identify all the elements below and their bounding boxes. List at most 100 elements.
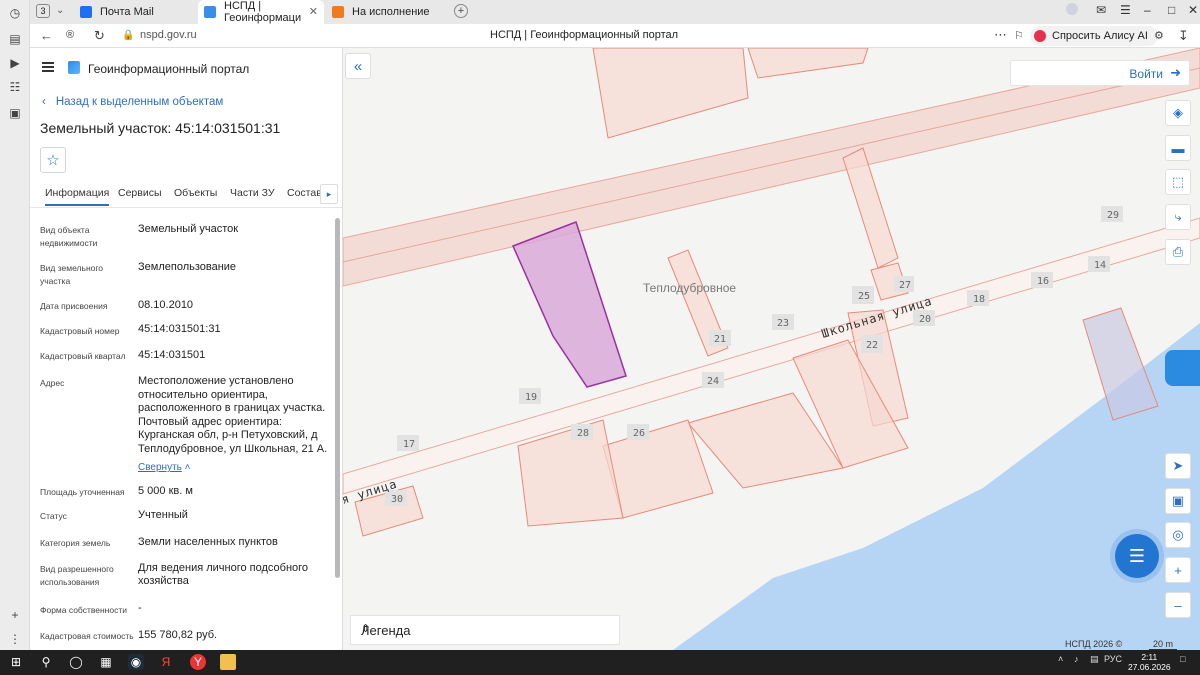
- login-arrow-icon: ➜: [1170, 65, 1181, 80]
- plus-icon: +: [1174, 562, 1182, 578]
- house-number: 17: [403, 439, 415, 450]
- ruler-icon: ▬: [1171, 140, 1185, 156]
- clock[interactable]: 2:11 27.06.2026: [1128, 652, 1171, 672]
- field-value: Земли населенных пунктов: [138, 536, 278, 548]
- zoom-in-button[interactable]: +: [1165, 557, 1191, 583]
- map-view[interactable]: 29 14 16 18 20 27 25 23 21 22 24 19 28 2…: [343, 48, 1200, 650]
- notification-center-icon[interactable]: □: [1180, 654, 1185, 664]
- reload-icon[interactable]: ↻: [94, 28, 105, 44]
- share-button[interactable]: ⤷: [1165, 204, 1191, 230]
- panel-settings-icon[interactable]: ⋮: [6, 630, 24, 648]
- profile-icon[interactable]: [1066, 3, 1078, 15]
- field-label: Вид земельного участка: [40, 263, 104, 286]
- minimize-icon[interactable]: –: [1144, 3, 1151, 17]
- cortana-icon[interactable]: ◯: [68, 654, 84, 670]
- more-icon[interactable]: ⋯: [994, 27, 1007, 43]
- new-tab-button[interactable]: +: [454, 4, 468, 18]
- login-button[interactable]: Войти ➜: [1010, 60, 1190, 86]
- protect-icon[interactable]: ®: [66, 29, 74, 41]
- field-label: Категория земель: [40, 538, 111, 548]
- menu-icon[interactable]: ☰: [1120, 3, 1131, 17]
- clock-date: 27.06.2026: [1128, 662, 1171, 672]
- notifications-icon[interactable]: ✉: [1096, 3, 1106, 17]
- double-chevron-left-icon: «: [353, 57, 363, 75]
- search-icon[interactable]: ⚲: [38, 654, 54, 670]
- volume-icon[interactable]: ♪: [1074, 654, 1079, 664]
- yandex-icon[interactable]: Я: [158, 654, 174, 670]
- tab-list-chevron-icon[interactable]: ⌄: [56, 5, 64, 16]
- windows-start-icon[interactable]: ⊞: [8, 654, 24, 670]
- select-area-icon: ⬚: [1171, 174, 1185, 189]
- favorite-star-button[interactable]: ☆: [40, 147, 66, 173]
- select-area-button[interactable]: ⬚: [1165, 169, 1191, 195]
- field-value: Землепользование: [138, 261, 237, 273]
- tab-label: На исполнение: [352, 6, 430, 18]
- print-button[interactable]: ⎙: [1165, 239, 1191, 265]
- app-icon[interactable]: ◉: [128, 654, 144, 670]
- tab-composition[interactable]: Состав: [287, 187, 322, 199]
- info-tabs: Информация Сервисы Объекты Части ЗУ Сост…: [30, 182, 342, 208]
- legend-dropdown[interactable]: Легенда ⇕: [350, 615, 620, 645]
- history-icon[interactable]: ◷: [6, 4, 24, 22]
- object-heading: Земельный участок: 45:14:031501:31: [40, 120, 281, 136]
- collapse-label: Свернуть: [138, 462, 182, 473]
- bookmark-icon[interactable]: ⚐: [1014, 29, 1024, 42]
- tab-services[interactable]: Сервисы: [118, 187, 162, 199]
- task-view-icon[interactable]: ▦: [98, 654, 114, 670]
- add-panel-icon[interactable]: +: [6, 606, 24, 624]
- tab-strip: 3 ⌄ Почта Mail НСПД | Геоинформаци ✕ На …: [30, 0, 1200, 24]
- field-label: Кадастровый квартал: [40, 351, 126, 361]
- extensions-icon[interactable]: ⚙: [1154, 29, 1164, 42]
- tab-counter[interactable]: 3: [36, 4, 50, 18]
- input-language[interactable]: РУС: [1104, 654, 1122, 664]
- house-number: 16: [1037, 276, 1049, 287]
- parcel: [592, 48, 749, 139]
- zoom-out-button[interactable]: –: [1165, 592, 1191, 618]
- play-icon[interactable]: ▶: [6, 54, 24, 72]
- tab-information[interactable]: Информация: [45, 187, 110, 206]
- tabs-scroll-right-button[interactable]: ▸: [320, 184, 338, 204]
- portal-name: Геоинформационный портал: [88, 62, 250, 76]
- collapse-address-link[interactable]: Свернуть ˄: [138, 462, 190, 473]
- panel-scrollbar[interactable]: [335, 218, 340, 578]
- close-window-icon[interactable]: ✕: [1188, 3, 1198, 17]
- network-icon[interactable]: ▤: [1090, 654, 1099, 665]
- tab-parts[interactable]: Части ЗУ: [230, 187, 275, 199]
- field-label: Площадь уточненная: [40, 487, 125, 497]
- file-explorer-icon[interactable]: [220, 654, 236, 670]
- parcel: [1082, 307, 1159, 421]
- calendar-icon[interactable]: ☷: [6, 78, 24, 96]
- downloads-icon[interactable]: ↧: [1178, 28, 1189, 44]
- layers-button[interactable]: ◈: [1165, 100, 1191, 126]
- tab-objects[interactable]: Объекты: [174, 187, 217, 199]
- field-label: Кадастровый номер: [40, 326, 120, 336]
- tab-tasks[interactable]: На исполнение: [326, 0, 446, 24]
- back-to-selected-link[interactable]: ‹ Назад к выделенным объектам: [42, 96, 223, 108]
- minimap-button[interactable]: ▣: [1165, 488, 1191, 514]
- house-number: 24: [707, 376, 719, 387]
- maximize-icon[interactable]: □: [1168, 3, 1175, 17]
- collections-icon[interactable]: ▤: [6, 30, 24, 48]
- ask-alice-button[interactable]: Спросить Алису AI: [1030, 26, 1158, 46]
- field-label: Кадастровая стоимость: [40, 631, 134, 641]
- house-number: 18: [973, 294, 985, 305]
- collapse-panel-button[interactable]: «: [345, 53, 371, 79]
- menu-burger-icon[interactable]: [42, 62, 54, 72]
- url-field[interactable]: nspd.gov.ru: [140, 29, 197, 41]
- yandex-browser-icon[interactable]: Y: [190, 654, 206, 670]
- screenshot-icon[interactable]: ▣: [6, 104, 24, 122]
- tab-nspd[interactable]: НСПД | Геоинформаци ✕: [198, 0, 324, 24]
- house-number: 20: [919, 314, 931, 325]
- locate-button[interactable]: ➤: [1165, 453, 1191, 479]
- help-tab[interactable]: [1165, 350, 1200, 386]
- field-value: 45:14:031501: [138, 349, 206, 361]
- measure-button[interactable]: ▬: [1165, 135, 1191, 161]
- back-arrow-icon[interactable]: ←: [40, 28, 53, 43]
- tab-mail[interactable]: Почта Mail: [74, 0, 194, 24]
- geolocation-button[interactable]: ◎: [1165, 522, 1191, 548]
- tray-chevron-icon[interactable]: ˄: [1058, 654, 1063, 664]
- nspd-logo-icon: [68, 61, 80, 74]
- chat-button[interactable]: ☰: [1115, 534, 1159, 578]
- close-tab-icon[interactable]: ✕: [309, 5, 318, 18]
- selected-parcel[interactable]: [511, 221, 627, 388]
